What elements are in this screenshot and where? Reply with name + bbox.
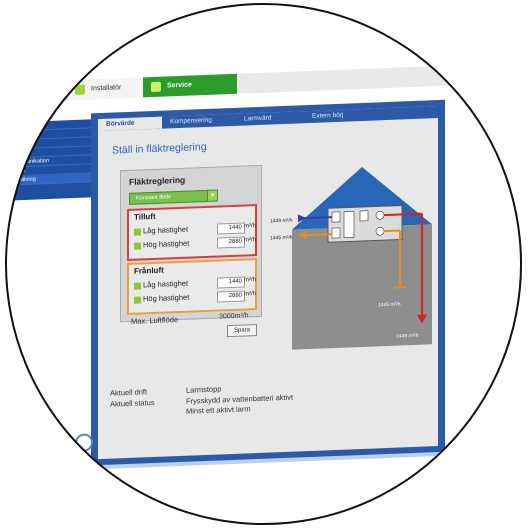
service-icon [151, 81, 161, 93]
exhaust-air-group: Frånluft Låg hastighet 1440 m³/h Hög has… [127, 258, 257, 316]
filter-icon [331, 211, 341, 223]
exhaust-high-row: Hög hastighet [134, 293, 189, 304]
save-button[interactable]: Spara [227, 324, 257, 338]
supply-low-row: Låg hastighet [134, 225, 188, 236]
chevron-down-icon[interactable]: ▾ [207, 189, 218, 202]
flow-out-red-label: 1449 m³/h [396, 333, 419, 340]
max-flow-label: Max. Luftflöde [131, 315, 179, 326]
supply-high-input[interactable]: 2880 [217, 236, 245, 249]
flow-in-top-label: 1449 m³/h [270, 218, 293, 225]
supply-fan-icon [375, 210, 385, 220]
operation-label: Aktuell drift [110, 387, 148, 398]
exhaust-filter-icon [331, 227, 341, 239]
subtab-bar: Börvärde Kompensering Larmvärd Extern bö… [98, 106, 438, 132]
tab-installer[interactable]: Installatör [69, 77, 151, 101]
installer-icon [75, 84, 85, 96]
subtab-external[interactable]: Extern börj [304, 108, 382, 123]
flow-out-orange-label: 1445 m³/h [378, 301, 401, 308]
heat-exchanger-icon [343, 210, 355, 238]
subtab-compensation[interactable]: Kompensering [162, 114, 240, 129]
exhaust-low-row: Låg hastighet [134, 279, 188, 290]
exhaust-fan-icon [375, 226, 385, 236]
heater-icon [359, 210, 369, 222]
fan-control-title: Fläktreglering [129, 174, 186, 187]
ventilation-diagram: 1449 m³/h 1445 m³/h 1445 m³/h 1449 m³/h [270, 166, 432, 350]
main-panel: Börvärde Kompensering Larmvärd Extern bö… [91, 99, 445, 467]
speed-high-icon [134, 241, 141, 250]
building-wall [292, 224, 432, 350]
max-flow-value: 3000m³/h [219, 312, 249, 321]
supply-high-row: Hög hastighet [134, 239, 189, 250]
subtab-alarm-values[interactable]: Larmvärd [236, 111, 304, 126]
tab-service[interactable]: Service [143, 73, 237, 98]
mode-select[interactable]: Konstant flöde ▾ [129, 189, 218, 205]
tab-service-label: Service [167, 81, 192, 90]
extract-air-line [384, 229, 400, 233]
exhaust-low-input[interactable]: 1440 [217, 276, 245, 289]
status-label: Aktuell status [110, 397, 155, 409]
speed-low-icon [134, 227, 141, 236]
exhaust-title: Frånluft [134, 265, 164, 276]
subtab-setpoint[interactable]: Börvärde [98, 116, 162, 132]
sidebar: Start Översikt Ställning Larm Kommunikat… [5, 119, 93, 201]
exhaust-high-input[interactable]: 2880 [217, 290, 245, 303]
flow-in-bottom-label: 1445 m³/h [270, 235, 293, 242]
exhaust-high-unit: m³/h [244, 291, 256, 298]
supply-title: Tilluft [134, 211, 156, 222]
sidebar-item-installation[interactable]: Installning [5, 173, 93, 186]
page-title: Ställ in fläktreglering [112, 140, 207, 157]
fan-control-box: Fläktreglering Konstant flöde ▾ Tilluft … [120, 164, 262, 338]
screenshot-surface: Installatör Service Start Översikt Ställ… [5, 51, 522, 470]
supply-low-unit: m³/h [244, 223, 256, 230]
supply-low-input[interactable]: 1440 [217, 222, 245, 235]
speed-low-icon [134, 281, 141, 290]
supply-high-unit: m³/h [244, 237, 256, 244]
exhaust-low-unit: m³/h [244, 277, 256, 284]
magnifier-view: Installatör Service Start Översikt Ställ… [0, 0, 528, 531]
speed-high-icon [134, 295, 141, 304]
mode-select-value: Konstant flöde [136, 194, 172, 202]
supply-air-group: Tilluft Låg hastighet 1440 m³/h Hög hast… [127, 204, 257, 262]
circular-crop: Installatör Service Start Översikt Ställ… [5, 3, 522, 525]
tab-installer-label: Installatör [91, 84, 122, 93]
